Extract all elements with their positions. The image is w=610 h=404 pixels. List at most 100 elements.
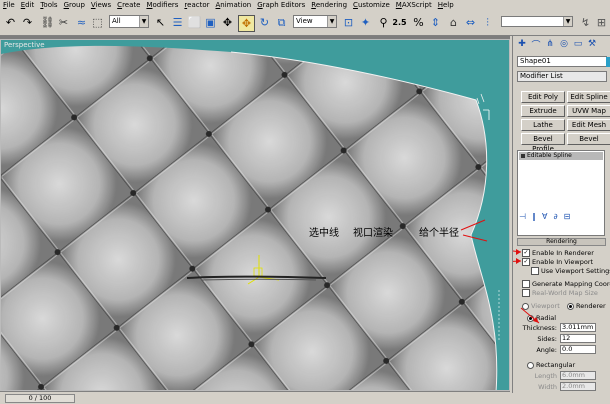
rect-selection-icon[interactable]: ⬜ [187,15,202,30]
menu-animation[interactable]: Animation [213,0,255,11]
enable-in-renderer-checkbox[interactable]: ✓ Enable In Renderer [522,249,594,257]
named-selection-icon[interactable]: ⌂ [446,15,461,30]
remove-modifier-icon[interactable]: ∂ [553,212,557,221]
unlink-icon[interactable]: ✂ [56,15,71,30]
time-slider[interactable]: 0 / 100 [5,394,75,403]
sides-spinner[interactable]: 12 [560,334,596,343]
width-label: Width [538,383,557,391]
redo-icon[interactable]: ↷ [20,15,35,30]
display-tab-icon[interactable]: ▭ [572,38,584,50]
make-unique-icon[interactable]: ∀ [542,212,547,221]
reference-coord-value: View [296,17,313,25]
enable-in-viewport-checkbox[interactable]: ✓ Enable In Viewport [522,258,593,266]
real-world-map-size-checkbox[interactable]: Real-World Map Size [522,289,598,297]
spinner-snap-icon[interactable]: ⇕ [428,15,443,30]
bevel-button[interactable]: Bevel [567,133,610,145]
pivot-center-icon[interactable]: ⊡ [341,15,356,30]
select-by-name-icon[interactable]: ☰ [170,15,185,30]
command-panel: ✚ ⌒ ⋔ ◎ ▭ ⚒ Shape01 Modifier List Edit P… [512,36,610,393]
reference-coord-dropdown[interactable]: View ▼ [293,15,337,28]
rendering-rollout-header[interactable]: Rendering [517,238,606,246]
snap-value-display[interactable]: 2.5 [392,15,407,30]
thickness-label: Thickness: [522,324,557,332]
use-viewport-settings-checkbox[interactable]: Use Viewport Settings [531,267,610,275]
undo-icon[interactable]: ↶ [3,15,18,30]
extrude-button[interactable]: Extrude [521,105,565,117]
menu-customize[interactable]: Customize [350,0,393,11]
modifier-list-dropdown[interactable]: Modifier List [517,71,607,82]
sides-label: Sides: [537,335,557,343]
edit-spline-button[interactable]: Edit Spline [567,91,610,103]
select-move-icon[interactable]: ✥ [220,15,235,30]
utilities-tab-icon[interactable]: ⚒ [586,38,598,50]
configure-sets-icon[interactable]: ⊟ [564,212,571,221]
rectangular-radio[interactable]: Rectangular [527,361,575,369]
length-label: Length [534,372,557,380]
menu-graph-editors[interactable]: Graph Editors [254,0,308,11]
menu-maxscript[interactable]: MAXScript [393,0,435,11]
menu-file[interactable]: File [0,0,18,11]
edit-mesh-button[interactable]: Edit Mesh [567,119,610,131]
chevron-down-icon: ▼ [563,17,572,26]
select-link-icon[interactable]: ⛓ [40,15,55,30]
width-spinner[interactable]: 2.0mm [560,382,596,391]
renderer-radio[interactable]: Renderer [567,302,606,310]
motion-tab-icon[interactable]: ◎ [558,38,570,50]
menu-edit[interactable]: Edit [18,0,38,11]
menu-group[interactable]: Group [61,0,88,11]
cushion-mesh [1,45,500,390]
enable-in-renderer-label: Enable In Renderer [532,249,594,257]
generate-mapping-coords-checkbox[interactable]: Generate Mapping Coords. [522,280,610,288]
object-color-swatch[interactable] [606,57,610,67]
viewport-label[interactable]: Perspective [4,41,45,49]
real-world-map-size-label: Real-World Map Size [532,289,598,297]
radial-radio[interactable]: Radial [527,314,556,322]
rendering-rollout-title: Rendering [546,238,577,245]
select-object-icon[interactable]: ⬚ [90,15,105,30]
lathe-button[interactable]: Lathe [521,119,565,131]
modify-tab-icon[interactable]: ⌒ [530,38,542,51]
menu-create[interactable]: Create [114,0,143,11]
selection-filter-dropdown[interactable]: All ▼ [109,15,149,28]
snaps-toggle-icon[interactable]: ⚲ [376,15,391,30]
curve-editor-icon[interactable]: ↯ [578,15,593,30]
percent-snap-icon[interactable]: % [411,15,426,30]
bind-space-warp-icon[interactable]: ≈ [74,15,89,30]
menu-tools[interactable]: Tools [37,0,60,11]
viewport-radio[interactable]: Viewport [522,302,560,310]
menu-reactor[interactable]: reactor [181,0,212,11]
bevel-profile-button[interactable]: Bevel Profile [521,133,565,153]
stack-item-label: Editable Spline [527,152,572,159]
pin-stack-icon[interactable]: ⊣ [519,212,526,221]
window-crossing-icon[interactable]: ▣ [203,15,218,30]
select-scale-icon[interactable]: ⧉ [274,15,289,30]
select-rotate-icon[interactable]: ↻ [257,15,272,30]
perspective-viewport[interactable]: Perspective 选中线 视口渲染 给个半径 [0,39,510,391]
show-end-result-icon[interactable]: ‖ [532,212,536,221]
menu-modifiers[interactable]: Modifiers [143,0,181,11]
stack-tools: ⊣ ‖ ∀ ∂ ⊟ [519,212,570,221]
thickness-spinner[interactable]: 3.011mm [560,323,596,332]
edit-poly-button[interactable]: Edit Poly [521,91,565,103]
align-icon[interactable]: ⫶ [480,15,495,30]
uvw-map-button[interactable]: UVW Map [567,105,610,117]
menu-rendering[interactable]: Rendering [308,0,350,11]
select-manipulate-icon[interactable]: ✦ [358,15,373,30]
object-name-field[interactable]: Shape01 [517,56,607,67]
angle-spinner[interactable]: 0.0 [560,345,596,354]
enable-in-viewport-label: Enable In Viewport [532,258,594,266]
menu-help[interactable]: Help [435,0,457,11]
create-tab-icon[interactable]: ✚ [516,38,528,50]
select-move-active-icon[interactable]: ✥ [238,15,255,32]
mirror-icon[interactable]: ⇔ [463,15,478,30]
schematic-view-icon[interactable]: ⊞ [594,15,609,30]
length-spinner[interactable]: 6.0mm [560,371,596,380]
generate-mapping-coords-label: Generate Mapping Coords. [532,280,610,288]
modifier-stack[interactable]: Editable Spline [517,150,605,236]
select-object-arrow-icon[interactable]: ↖ [153,15,168,30]
hierarchy-tab-icon[interactable]: ⋔ [544,38,556,50]
named-selection-sets-dropdown[interactable]: ▼ [501,16,573,27]
checked-icon: ✓ [522,258,530,266]
stack-item-editable-spline[interactable]: Editable Spline [519,152,603,160]
menu-views[interactable]: Views [88,0,114,11]
